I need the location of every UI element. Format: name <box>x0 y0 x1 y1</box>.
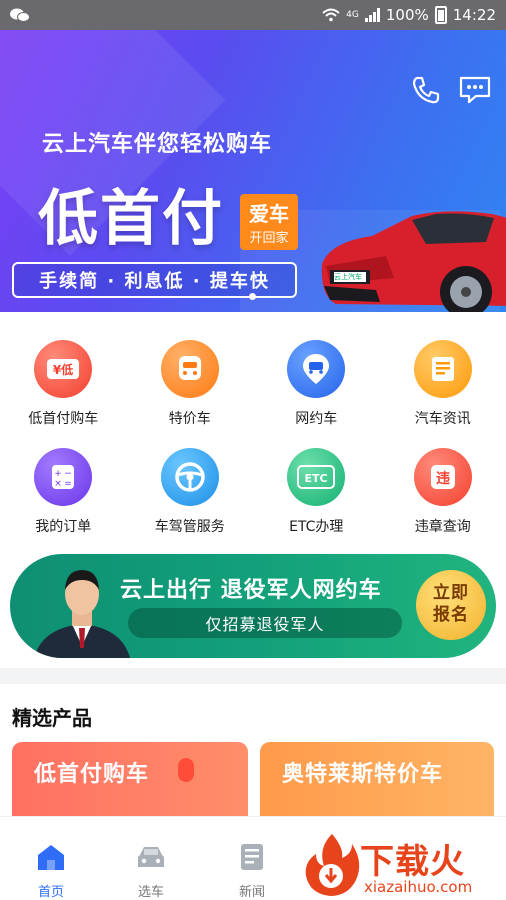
tab-home[interactable]: 首页 <box>1 817 101 900</box>
promo-subtitle: 仅招募退役军人 <box>128 608 402 638</box>
service-ride-hailing[interactable]: 网约车 <box>253 324 380 432</box>
service-label: 车驾管服务 <box>154 519 225 535</box>
service-label: 汽车资讯 <box>414 411 471 427</box>
badge-line1: 爱车 <box>249 202 289 226</box>
product-card-title: 低首付购车 <box>34 762 150 787</box>
promo-section: 云上出行 退役军人网约车 仅招募退役军人 立即 报名 <box>0 544 506 668</box>
banner-headline: 低首付 <box>38 184 224 254</box>
status-bar: 4G 100% 14:22 <box>0 0 506 30</box>
promo-title: 云上出行 退役军人网约车 <box>120 578 382 603</box>
home-icon <box>38 845 64 870</box>
clock: 14:22 <box>452 6 496 24</box>
low-down-payment-glyph: ¥低 <box>53 362 73 377</box>
tab-label: 新闻 <box>238 885 265 900</box>
svg-text:=: = <box>64 479 72 489</box>
balloon-icon <box>178 758 194 782</box>
signup-line2: 报名 <box>433 605 469 625</box>
service-vehicle-management[interactable]: 车驾管服务 <box>127 432 254 540</box>
etc-glyph: ETC <box>305 472 328 485</box>
car-icon <box>138 847 164 867</box>
flame-logo-icon <box>305 834 360 896</box>
tab-choose-car[interactable]: 选车 <box>101 817 201 900</box>
service-label: 特价车 <box>168 411 211 427</box>
service-grid: ¥低 低首付购车 特价车 网约车 汽车资讯 + − × = 我的订单 车驾管服务… <box>0 312 506 544</box>
service-special-price-car[interactable]: 特价车 <box>127 324 254 432</box>
network-type: 4G <box>346 10 359 20</box>
service-label: 网约车 <box>295 411 338 427</box>
wifi-icon <box>322 8 340 22</box>
badge-line2: 开回家 <box>249 231 289 246</box>
hero-banner[interactable]: 云上汽车伴您轻松购车 低首付 爱车 开回家 手续简 · 利息低 · 提车快 云上… <box>0 30 506 312</box>
battery-icon <box>434 6 447 24</box>
wechat-icon <box>10 8 30 22</box>
tab-label: 首页 <box>37 885 64 900</box>
svg-text:×: × <box>54 479 62 489</box>
service-my-orders[interactable]: + − × = 我的订单 <box>0 432 127 540</box>
car-plate-text: 云上汽车 <box>334 273 362 281</box>
signal-icon <box>364 8 380 22</box>
special-price-car-icon <box>160 340 219 398</box>
signup-button[interactable]: 立即 报名 <box>416 570 486 640</box>
tab-news[interactable]: 新闻 <box>202 817 302 900</box>
svg-text:−: − <box>64 469 72 479</box>
violation-icon: 违 <box>413 448 472 506</box>
watermark: 下载火 xiazaihuo.com <box>298 832 506 900</box>
service-etc[interactable]: ETC ETC办理 <box>253 432 380 540</box>
section-title: 精选产品 <box>12 706 92 730</box>
service-label: 我的订单 <box>35 519 92 535</box>
violation-glyph: 违 <box>436 470 450 487</box>
steering-wheel-icon <box>160 448 219 506</box>
app-screen: 4G 100% 14:22 云上汽车伴您轻松购车 低首付 爱车 开回家 手续简 … <box>0 0 506 900</box>
product-card-title: 奥特莱斯特价车 <box>282 762 444 787</box>
service-label: ETC办理 <box>289 519 344 535</box>
watermark-text: 下载火 <box>360 842 465 882</box>
watermark-url: xiazaihuo.com <box>364 878 473 896</box>
red-car-image <box>321 211 506 312</box>
service-low-down-payment[interactable]: ¥低 低首付购车 <box>0 324 127 432</box>
low-down-payment-icon: ¥低 <box>34 340 93 398</box>
battery-percent: 100% <box>385 6 429 24</box>
tab-label: 选车 <box>137 885 164 900</box>
service-label: 低首付购车 <box>28 411 99 427</box>
banner-subtitle: 云上汽车伴您轻松购车 <box>42 132 273 157</box>
message-icon[interactable] <box>458 74 492 106</box>
service-label: 违章查询 <box>414 519 471 535</box>
service-car-news[interactable]: 汽车资讯 <box>380 324 506 432</box>
service-violation-query[interactable]: 违 违章查询 <box>380 432 506 540</box>
car-news-icon <box>413 340 472 398</box>
veteran-driver-promo[interactable]: 云上出行 退役军人网约车 仅招募退役军人 立即 报名 <box>10 554 496 658</box>
featured-products: 精选产品 低首付购车 奥特莱斯特价车 <box>0 684 506 816</box>
etc-icon: ETC <box>287 448 346 506</box>
svg-text:+: + <box>54 469 62 479</box>
product-card-outlet-special[interactable]: 奥特莱斯特价车 <box>260 742 494 816</box>
news-icon <box>241 844 263 870</box>
phone-icon[interactable] <box>410 74 442 106</box>
ride-hailing-icon <box>287 340 346 398</box>
carousel-indicator[interactable] <box>249 293 256 300</box>
banner-badge: 爱车 开回家 <box>240 194 298 250</box>
product-card-low-down-payment[interactable]: 低首付购车 <box>12 742 248 816</box>
orders-icon: + − × = <box>34 448 93 506</box>
person-avatar <box>34 570 130 658</box>
signup-line1: 立即 <box>433 583 469 603</box>
